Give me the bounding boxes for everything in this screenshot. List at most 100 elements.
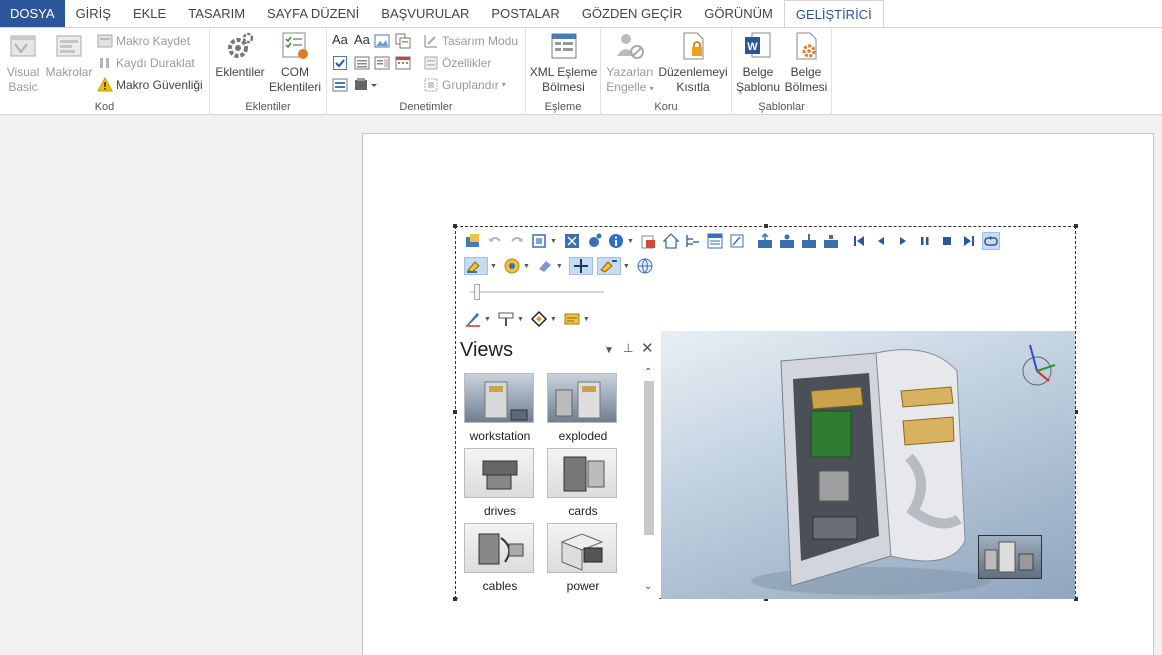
- resize-handle[interactable]: [453, 597, 457, 601]
- tab-page-layout[interactable]: SAYFA DÜZENİ: [256, 0, 370, 27]
- block-authors-button[interactable]: Yazarları Engelle ▾: [603, 30, 657, 96]
- pin-icon[interactable]: ⊥: [623, 341, 633, 355]
- skip-forward-icon[interactable]: [960, 232, 978, 250]
- building-block-control-icon[interactable]: [395, 33, 411, 49]
- loop-icon[interactable]: [981, 232, 1000, 250]
- picture-control-icon[interactable]: [374, 33, 390, 49]
- pause-recording-button[interactable]: Kaydı Duraklat: [97, 53, 195, 73]
- explode-slider[interactable]: [464, 282, 604, 302]
- move-tool-icon[interactable]: [568, 257, 593, 275]
- note-icon[interactable]: [563, 310, 581, 328]
- tab-home[interactable]: GİRİŞ: [65, 0, 122, 27]
- eraser-icon[interactable]: [536, 257, 554, 275]
- scrollbar-thumb[interactable]: [644, 381, 654, 535]
- scroll-up-icon[interactable]: ⌃: [644, 367, 652, 378]
- camera-view-icon[interactable]: [822, 232, 840, 250]
- pen-icon[interactable]: [464, 310, 482, 328]
- redo-icon[interactable]: [508, 232, 526, 250]
- step-back-icon[interactable]: [872, 232, 890, 250]
- properties-button[interactable]: Özellikler: [423, 53, 491, 73]
- macro-security-button[interactable]: Makro Güvenliği: [97, 75, 203, 95]
- info-icon[interactable]: [607, 232, 625, 250]
- skip-back-icon[interactable]: [850, 232, 868, 250]
- chevron-down-icon[interactable]: ▼: [490, 263, 497, 270]
- chevron-down-icon[interactable]: ▼: [604, 345, 614, 356]
- chevron-down-icon[interactable]: ▼: [550, 316, 557, 323]
- visual-basic-button[interactable]: Visual Basic: [4, 30, 42, 95]
- close-icon[interactable]: ✕: [641, 339, 654, 357]
- chevron-down-icon[interactable]: ▼: [623, 263, 630, 270]
- group-button[interactable]: Gruplandır ▾: [423, 75, 506, 95]
- home-icon[interactable]: [662, 232, 680, 250]
- record-macro-button[interactable]: Makro Kaydet: [97, 31, 190, 51]
- print-icon[interactable]: [640, 232, 658, 250]
- view-thumbnail-power[interactable]: [547, 523, 617, 573]
- play-icon[interactable]: [894, 232, 912, 250]
- date-picker-control-icon[interactable]: [395, 55, 411, 71]
- chevron-down-icon[interactable]: ▼: [550, 238, 557, 245]
- zoom-fit-icon[interactable]: [530, 232, 548, 250]
- chevron-down-icon[interactable]: ▼: [484, 316, 491, 323]
- undo-icon[interactable]: [486, 232, 504, 250]
- tab-references[interactable]: BAŞVURULAR: [370, 0, 480, 27]
- pause-icon[interactable]: [916, 232, 934, 250]
- tab-view[interactable]: GÖRÜNÜM: [693, 0, 784, 27]
- view-thumbnail-workstation[interactable]: [464, 373, 534, 423]
- chevron-down-icon[interactable]: ▼: [583, 316, 590, 323]
- bom-icon[interactable]: [706, 232, 724, 250]
- slider-thumb[interactable]: [474, 284, 480, 300]
- tab-file[interactable]: DOSYA: [0, 0, 65, 27]
- repeating-section-control-icon[interactable]: [332, 77, 348, 93]
- select-tool-icon[interactable]: [464, 257, 488, 275]
- chevron-down-icon[interactable]: ▼: [627, 238, 634, 245]
- document-template-button[interactable]: W Belge Şablonu: [734, 30, 782, 95]
- chevron-down-icon[interactable]: ▼: [523, 263, 530, 270]
- globe-icon[interactable]: [636, 257, 654, 275]
- tab-insert[interactable]: EKLE: [122, 0, 177, 27]
- tab-review[interactable]: GÖZDEN GEÇİR: [571, 0, 693, 27]
- tab-design[interactable]: TASARIM: [177, 0, 256, 27]
- resize-handle[interactable]: [764, 224, 768, 228]
- checkbox-control-icon[interactable]: [332, 55, 348, 71]
- explode-icon[interactable]: [585, 232, 603, 250]
- tab-mailings[interactable]: POSTALAR: [480, 0, 570, 27]
- view-thumbnail-cards[interactable]: [547, 448, 617, 498]
- section-tool-icon[interactable]: [503, 257, 521, 275]
- markup-icon[interactable]: [728, 232, 746, 250]
- viewport-preview-thumbnail[interactable]: [978, 535, 1042, 579]
- camera-view-icon[interactable]: [778, 232, 796, 250]
- camera-view-icon[interactable]: [756, 232, 774, 250]
- xml-mapping-pane-button[interactable]: XML Eşleme Bölmesi: [528, 30, 599, 95]
- chevron-down-icon[interactable]: ▼: [517, 316, 524, 323]
- view-thumbnail-drives[interactable]: [464, 448, 534, 498]
- macros-button[interactable]: Makrolar: [44, 30, 94, 80]
- tab-developer[interactable]: GELİŞTİRİCİ: [783, 0, 884, 28]
- resize-handle[interactable]: [1074, 224, 1078, 228]
- format-painter-icon[interactable]: [497, 310, 515, 328]
- com-addins-button[interactable]: COM Eklentileri: [268, 30, 322, 95]
- resize-handle[interactable]: [453, 410, 457, 414]
- views-scrollbar[interactable]: ⌃ ⌄: [642, 367, 656, 597]
- view-thumbnail-exploded[interactable]: [547, 373, 617, 423]
- design-mode-button[interactable]: Tasarım Modu: [423, 31, 518, 51]
- rich-text-control-icon[interactable]: Aa: [332, 32, 348, 48]
- tree-icon[interactable]: [684, 232, 702, 250]
- camera-view-icon[interactable]: [800, 232, 818, 250]
- open-file-icon[interactable]: [464, 232, 482, 250]
- combo-box-control-icon[interactable]: [354, 55, 370, 71]
- restrict-editing-button[interactable]: Düzenlemeyi Kısıtla: [657, 30, 729, 95]
- stop-icon[interactable]: [938, 232, 956, 250]
- resize-handle[interactable]: [453, 224, 457, 228]
- embedded-3d-viewer[interactable]: ▼ ▼ ▼ ▼ ▼ ▼ ▼ ▼ ▼ ▼ Views ▼ ⊥ ✕ workstat…: [453, 224, 1078, 601]
- scroll-down-icon[interactable]: ⌄: [644, 581, 652, 592]
- measure-tool-icon[interactable]: [596, 257, 621, 275]
- view-thumbnail-cables[interactable]: [464, 523, 534, 573]
- fill-icon[interactable]: [530, 310, 548, 328]
- chevron-down-icon[interactable]: ▼: [556, 263, 563, 270]
- addins-button[interactable]: Eklentiler: [214, 30, 266, 80]
- 3d-viewport[interactable]: [661, 331, 1075, 599]
- dropdown-list-control-icon[interactable]: [374, 55, 390, 71]
- document-panel-button[interactable]: Belge Bölmesi: [782, 30, 830, 95]
- legacy-tools-icon[interactable]: [354, 77, 378, 93]
- zoom-window-icon[interactable]: [563, 232, 581, 250]
